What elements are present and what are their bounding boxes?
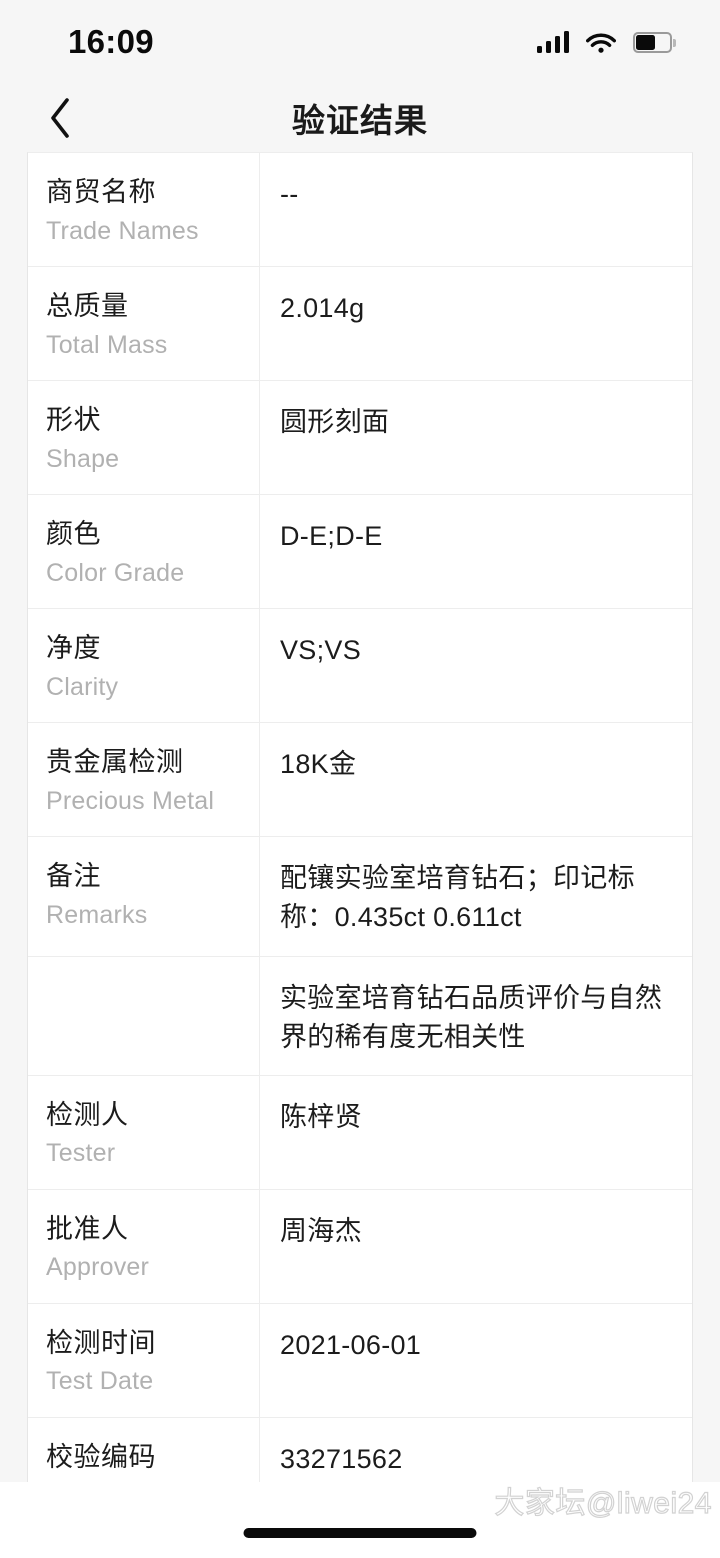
row-value-cell: 配镶实验室培育钻石；印记标称：0.435ct 0.611ct <box>260 837 692 955</box>
row-value: 配镶实验室培育钻石；印记标称：0.435ct 0.611ct <box>280 863 635 933</box>
back-button[interactable] <box>32 90 88 146</box>
row-value: 33271562 <box>280 1443 403 1474</box>
row-label-cell: 检测人 Tester <box>28 1075 260 1189</box>
row-value: 周海杰 <box>280 1215 362 1246</box>
row-label-en: Tester <box>46 1139 116 1168</box>
row-label-cell: 备注 Remarks <box>28 837 260 956</box>
row-value-cell: 2.014g <box>260 267 692 380</box>
row-value-cell: VS;VS <box>260 609 692 722</box>
row-value-cell: 实验室培育钻石品质评价与自然界的稀有度无相关性 <box>260 957 692 1075</box>
row-label-cn: 检测时间 <box>46 1327 156 1358</box>
table-row: 检测人 Tester 陈梓贤 <box>28 1075 692 1190</box>
row-label-en: Test Date <box>46 1367 154 1396</box>
table-row: 贵金属检测 Precious Metal 18K金 <box>28 723 692 838</box>
row-label-cell: 检测时间 Test Date <box>28 1303 260 1417</box>
row-value: D-E;D-E <box>280 521 383 552</box>
navigation-bar: 验证结果 <box>0 84 720 152</box>
row-label-cn: 形状 <box>46 405 101 436</box>
row-value-cell: 2021-06-01 <box>260 1304 692 1417</box>
row-label-cell: 批准人 Approver <box>28 1189 260 1303</box>
row-label-cell: 总质量 Total Mass <box>28 267 260 381</box>
row-label-cell <box>28 956 260 1075</box>
row-value: 圆形刻面 <box>280 407 390 438</box>
row-value: -- <box>280 179 299 209</box>
status-time: 16:09 <box>68 23 154 60</box>
status-icons <box>536 31 676 53</box>
home-indicator[interactable] <box>243 1528 477 1538</box>
battery-icon <box>633 31 676 53</box>
row-label-en: Approver <box>46 1253 150 1282</box>
row-label-en: Remarks <box>46 900 148 929</box>
row-label-cn: 备注 <box>46 861 101 892</box>
row-value: 18K金 <box>280 749 357 780</box>
table-row: 形状 Shape 圆形刻面 <box>28 381 692 496</box>
row-label-en: Clarity <box>46 672 119 701</box>
page-title: 验证结果 <box>292 102 428 139</box>
row-value: 2.014g <box>280 293 365 324</box>
row-label-cn: 净度 <box>46 633 101 664</box>
table-row: 批准人 Approver 周海杰 <box>28 1189 692 1304</box>
table-row: 商贸名称 Trade Names -- <box>28 153 692 268</box>
row-label-cn: 批准人 <box>46 1213 129 1244</box>
row-label-en: Total Mass <box>46 330 168 359</box>
table-row: 净度 Clarity VS;VS <box>28 609 692 724</box>
watermark: 大家坛@liwei24 <box>494 1486 712 1520</box>
row-label-cell: 形状 Shape <box>28 381 260 495</box>
table-row: 颜色 Color Grade D-E;D-E <box>28 495 692 610</box>
table-row: 校验编码 Verification Code 33271562 <box>28 1417 692 1482</box>
row-label-en: Precious Metal <box>46 786 215 815</box>
row-value-cell: 圆形刻面 <box>260 381 692 494</box>
table-row: 实验室培育钻石品质评价与自然界的稀有度无相关性 <box>28 956 692 1076</box>
table-row: 备注 Remarks 配镶实验室培育钻石；印记标称：0.435ct 0.611c… <box>28 837 692 957</box>
table-row: 总质量 Total Mass 2.014g <box>28 267 692 382</box>
row-label-cn: 总质量 <box>46 291 129 322</box>
row-value: VS;VS <box>280 635 362 666</box>
row-label-en: Trade Names <box>46 216 199 245</box>
signal-bars-icon <box>536 31 569 53</box>
row-label-en: Shape <box>46 444 120 473</box>
row-value-cell: 18K金 <box>260 723 692 836</box>
row-value-cell: 陈梓贤 <box>260 1076 692 1189</box>
row-value-cell: 周海杰 <box>260 1190 692 1303</box>
row-label-cn: 贵金属检测 <box>46 747 184 778</box>
row-value: 实验室培育钻石品质评价与自然界的稀有度无相关性 <box>280 982 663 1052</box>
row-label-cell: 贵金属检测 Precious Metal <box>28 723 260 837</box>
row-label-cn: 校验编码 <box>46 1441 156 1472</box>
table-row: 检测时间 Test Date 2021-06-01 <box>28 1303 692 1418</box>
row-label-en: Color Grade <box>46 558 185 587</box>
status-bar: 16:09 <box>0 0 720 84</box>
row-label-cell: 校验编码 Verification Code <box>28 1417 260 1482</box>
chevron-left-icon <box>51 98 69 138</box>
row-label-cn: 商贸名称 <box>46 177 156 207</box>
row-label-cell: 商贸名称 Trade Names <box>28 153 260 267</box>
row-label-cell: 净度 Clarity <box>28 609 260 723</box>
verification-result-table: 商贸名称 Trade Names -- 总质量 Total Mass 2.014… <box>27 152 693 1482</box>
row-value-cell: 33271562 <box>260 1418 692 1482</box>
verification-result-table-scroll[interactable]: 商贸名称 Trade Names -- 总质量 Total Mass 2.014… <box>0 152 720 1482</box>
row-value-cell: -- <box>260 153 692 266</box>
row-value-cell: D-E;D-E <box>260 495 692 608</box>
row-label-cell: 颜色 Color Grade <box>28 495 260 609</box>
phone-screen: 16:09 验证结果 商贸名称 Trade Names -- 总质量 Total… <box>0 0 720 1558</box>
wifi-icon <box>586 33 616 53</box>
row-label-cn: 颜色 <box>46 519 101 550</box>
row-value: 陈梓贤 <box>280 1101 362 1132</box>
row-label-cn: 检测人 <box>46 1099 129 1130</box>
row-value: 2021-06-01 <box>280 1329 422 1360</box>
